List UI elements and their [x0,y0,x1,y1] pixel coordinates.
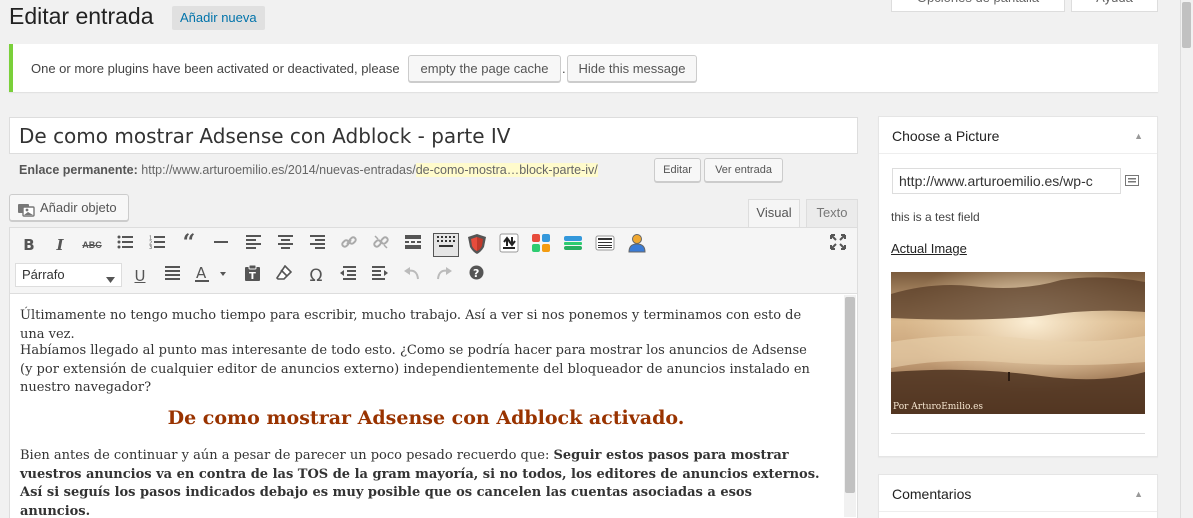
plugin-table-icon[interactable] [594,233,616,255]
numbered-list-icon[interactable]: 123 [146,234,168,256]
add-new-button[interactable]: Añadir nueva [172,6,265,30]
photo-watermark: Por ArturoEmilio.es [893,402,984,412]
align-center-icon[interactable] [274,234,296,256]
svg-text:?: ? [473,267,479,280]
redo-icon[interactable] [433,265,455,287]
content-paragraph-2: Habíamos llegado al punto mas interesant… [20,343,810,395]
toolbar-toggle-icon[interactable] [433,233,459,257]
link-icon[interactable] [338,234,360,256]
picture-field-description: this is a test field [891,210,980,224]
align-left-icon[interactable] [242,234,264,256]
add-media-button[interactable]: Añadir objeto [9,194,129,221]
comments-box: Comentarios ▲ [878,474,1158,518]
italic-icon[interactable]: I [49,234,71,256]
user-icon[interactable] [626,233,648,255]
edit-permalink-button[interactable]: Editar [654,158,701,182]
permalink: Enlace permanente: http://www.arturoemil… [19,163,598,177]
tab-visual[interactable]: Visual [748,199,800,227]
content-paragraph-3: Bien antes de continuar y aún a pesar de… [20,447,820,518]
permalink-slug[interactable]: de-como-mostra…block-parte-iv/ [415,163,598,177]
window-scroll-thumb[interactable] [1182,2,1191,48]
indent-icon[interactable] [369,265,391,287]
svg-text:T: T [249,271,256,281]
chevron-down-icon [106,272,115,286]
outdent-icon[interactable] [337,265,359,287]
page-title: Editar entrada [9,3,154,29]
hide-message-button[interactable]: Hide this message [567,55,697,82]
content-paragraph-1: Últimamente no tengo mucho tiempo para e… [20,308,802,342]
comments-box-title: Comentarios [892,486,972,502]
collapse-arrow-icon[interactable]: ▲ [1134,489,1143,499]
choose-picture-title: Choose a Picture [892,128,1000,144]
permalink-base[interactable]: http://www.arturoemilio.es/2014/nuevas-e… [141,163,415,177]
content-heading: De como mostrar Adsense con Adblock acti… [167,407,685,429]
add-media-label: Añadir objeto [40,200,117,215]
beach-photo[interactable]: Por ArturoEmilio.es [891,272,1145,414]
format-select[interactable]: Párrafo [15,263,122,287]
content-paragraph-3-start: Bien antes de continuar y aún a pesar de… [20,448,554,463]
tab-texto[interactable]: Texto [806,199,858,227]
undo-icon[interactable] [401,265,423,287]
view-post-button[interactable]: Ver entrada [704,158,783,182]
permalink-label: Enlace permanente: [19,163,138,177]
align-right-icon[interactable] [306,234,328,256]
screen-options-tab[interactable]: Opciones de pantalla [891,0,1065,12]
notice-separator: . [562,61,566,76]
paste-text-icon[interactable]: T [241,264,263,287]
editor-content[interactable]: Últimamente no tengo mucho tiempo para e… [10,295,842,518]
media-icon [18,200,35,217]
svg-text:3: 3 [149,245,152,249]
adblock-shield-icon[interactable] [466,234,488,256]
plugin-bars-icon[interactable] [562,233,584,255]
help-icon[interactable]: ? [465,265,487,287]
bold-icon[interactable]: B [18,234,40,256]
picture-url-input[interactable]: http://www.arturoemilio.es/wp-c [892,168,1121,194]
underline-icon[interactable]: U [129,265,151,287]
text-color-icon[interactable]: A [193,264,229,287]
clear-formatting-icon[interactable] [273,264,295,287]
collapse-arrow-icon[interactable]: ▲ [1134,131,1143,141]
window-scrollbar[interactable] [1180,0,1193,518]
post-title-input[interactable]: De como mostrar Adsense con Adblock - pa… [9,117,858,154]
empty-cache-button[interactable]: empty the page cache [408,55,561,82]
special-character-icon[interactable]: Ω [305,265,327,287]
unlink-icon[interactable] [370,234,392,256]
plugin-grid-icon[interactable] [530,233,552,255]
notice-text: One or more plugins have been activated … [31,61,400,76]
upload-icon[interactable] [498,233,520,255]
horizontal-rule-icon[interactable] [210,234,232,256]
strikethrough-icon[interactable]: ABC [81,234,103,256]
actual-image-link[interactable]: Actual Image [891,241,967,256]
justify-icon[interactable] [161,265,183,287]
media-picker-icon[interactable] [1125,174,1139,189]
bullet-list-icon[interactable] [114,234,136,256]
blockquote-icon[interactable]: “ [178,232,200,254]
format-select-value: Párrafo [22,267,65,282]
read-more-icon[interactable] [402,234,424,256]
editor-scroll-thumb[interactable] [845,297,855,493]
help-tab[interactable]: Ayuda [1071,0,1158,12]
svg-text:A: A [196,265,207,282]
fullscreen-icon[interactable] [827,234,849,256]
